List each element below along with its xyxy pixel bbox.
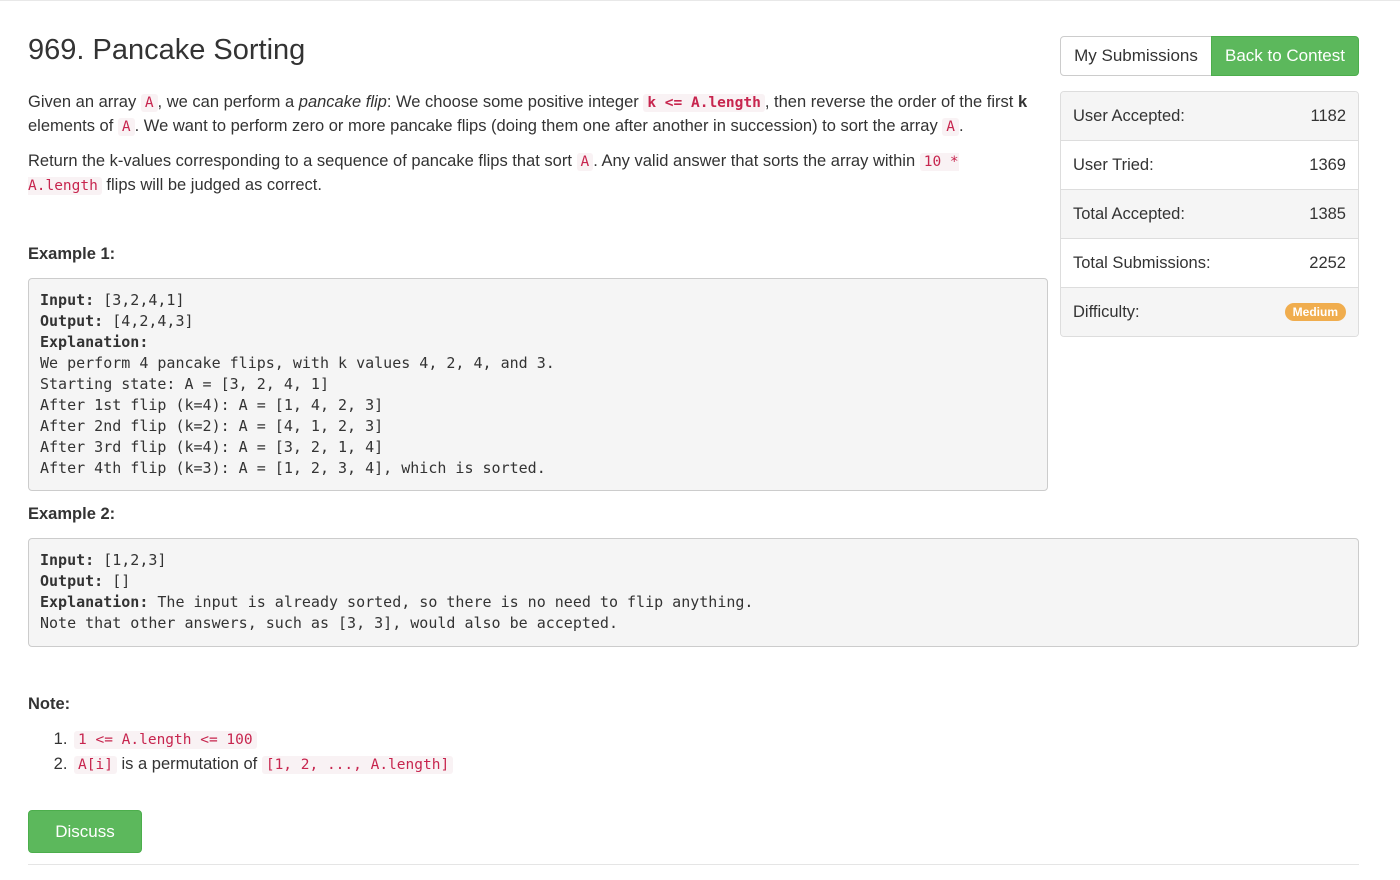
desc-text: . Any valid answer that sorts the array … — [593, 152, 920, 170]
explanation-label: Explanation: — [40, 593, 149, 611]
stat-label: Difficulty: — [1073, 302, 1140, 321]
input-label: Input: — [40, 291, 95, 309]
stat-row-difficulty: Difficulty: Medium — [1061, 287, 1358, 336]
input-value: [3,2,4,1] — [94, 291, 185, 309]
problem-return-description: Return the k-values corresponding to a s… — [28, 150, 1038, 198]
discuss-button[interactable]: Discuss — [28, 810, 142, 853]
bottom-divider — [28, 864, 1359, 865]
inline-code: k <= A.length — [643, 94, 765, 112]
inline-code: A — [942, 118, 960, 136]
explanation-label: Explanation: — [40, 333, 149, 351]
explanation-line: We perform 4 pancake flips, with k value… — [40, 354, 555, 372]
stat-label: User Accepted: — [1073, 106, 1185, 125]
stat-label: Total Submissions: — [1073, 253, 1211, 272]
explanation-line: After 3rd flip (k=4): A = [3, 2, 1, 4] — [40, 438, 384, 456]
desc-text: . — [959, 117, 964, 135]
note-text: is a permutation of — [116, 754, 262, 773]
explanation-line: After 4th flip (k=3): A = [1, 2, 3, 4], … — [40, 459, 546, 477]
stat-value: 2252 — [1309, 253, 1346, 272]
problem-description: Given an array A, we can perform a panca… — [28, 91, 1038, 139]
example1-heading: Example 1: — [28, 245, 116, 263]
output-label: Output: — [40, 572, 104, 590]
contest-stats-panel: User Accepted: 1182 User Tried: 1369 Tot… — [1060, 91, 1359, 337]
stat-value: 1385 — [1309, 204, 1346, 223]
desc-text: , then reverse the order of the first — [764, 93, 1018, 111]
note-item: 1 <= A.length <= 100 — [72, 728, 453, 753]
stat-row-total-accepted: Total Accepted: 1385 — [1061, 189, 1358, 238]
inline-code: [1, 2, ..., A.length] — [261, 755, 454, 774]
explanation-value: The input is already sorted, so there is… — [148, 593, 754, 611]
stat-label: Total Accepted: — [1073, 204, 1185, 223]
inline-code: A — [140, 94, 158, 112]
example2-code-block: Input: [1,2,3] Output: [] Explanation: T… — [28, 538, 1359, 647]
problem-title: 969. Pancake Sorting — [28, 34, 306, 66]
inline-code: 1 <= A.length <= 100 — [74, 731, 257, 749]
back-to-contest-button[interactable]: Back to Contest — [1211, 36, 1359, 76]
desc-text: Return the k-values corresponding to a s… — [28, 152, 577, 170]
desc-text: , we can perform a — [157, 93, 299, 111]
explanation-line: After 1st flip (k=4): A = [1, 4, 2, 3] — [40, 396, 384, 414]
difficulty-badge: Medium — [1284, 303, 1346, 321]
example1-code-block: Input: [3,2,4,1] Output: [4,2,4,3] Expla… — [28, 278, 1048, 491]
desc-text: elements of — [28, 117, 118, 135]
stat-value: 1369 — [1309, 155, 1346, 174]
stat-label: User Tried: — [1073, 155, 1154, 174]
input-value: [1,2,3] — [94, 551, 167, 569]
desc-text: : We choose some positive integer — [386, 93, 644, 111]
inline-code: A — [576, 153, 594, 171]
stat-row-total-submissions: Total Submissions: 2252 — [1061, 238, 1358, 287]
my-submissions-button[interactable]: My Submissions — [1060, 36, 1212, 76]
output-value: [4,2,4,3] — [103, 312, 194, 330]
note-item: A[i] is a permutation of [1, 2, ..., A.l… — [72, 753, 454, 778]
inline-code: A — [117, 118, 135, 136]
inline-code: A[i] — [74, 755, 117, 774]
note-list: 1 <= A.length <= 100 A[i] is a permutati… — [28, 728, 454, 778]
explanation-line: After 2nd flip (k=2): A = [4, 1, 2, 3] — [40, 417, 384, 435]
desc-text: . We want to perform zero or more pancak… — [134, 117, 943, 135]
input-label: Input: — [40, 551, 95, 569]
note-heading: Note: — [28, 695, 71, 713]
explanation-line: Starting state: A = [3, 2, 4, 1] — [40, 375, 329, 393]
desc-emphasis: pancake flip — [298, 93, 387, 111]
output-value: [] — [103, 572, 131, 590]
stat-row-user-tried: User Tried: 1369 — [1061, 140, 1358, 189]
output-label: Output: — [40, 312, 104, 330]
stat-row-user-accepted: User Accepted: 1182 — [1061, 92, 1358, 140]
explanation-line: Note that other answers, such as [3, 3],… — [40, 614, 618, 632]
desc-text: Given an array — [28, 93, 141, 111]
example2-heading: Example 2: — [28, 505, 116, 523]
desc-bold: k — [1017, 93, 1028, 111]
stat-value: 1182 — [1310, 106, 1346, 125]
top-divider — [0, 0, 1400, 1]
desc-text: flips will be judged as correct. — [101, 176, 322, 194]
